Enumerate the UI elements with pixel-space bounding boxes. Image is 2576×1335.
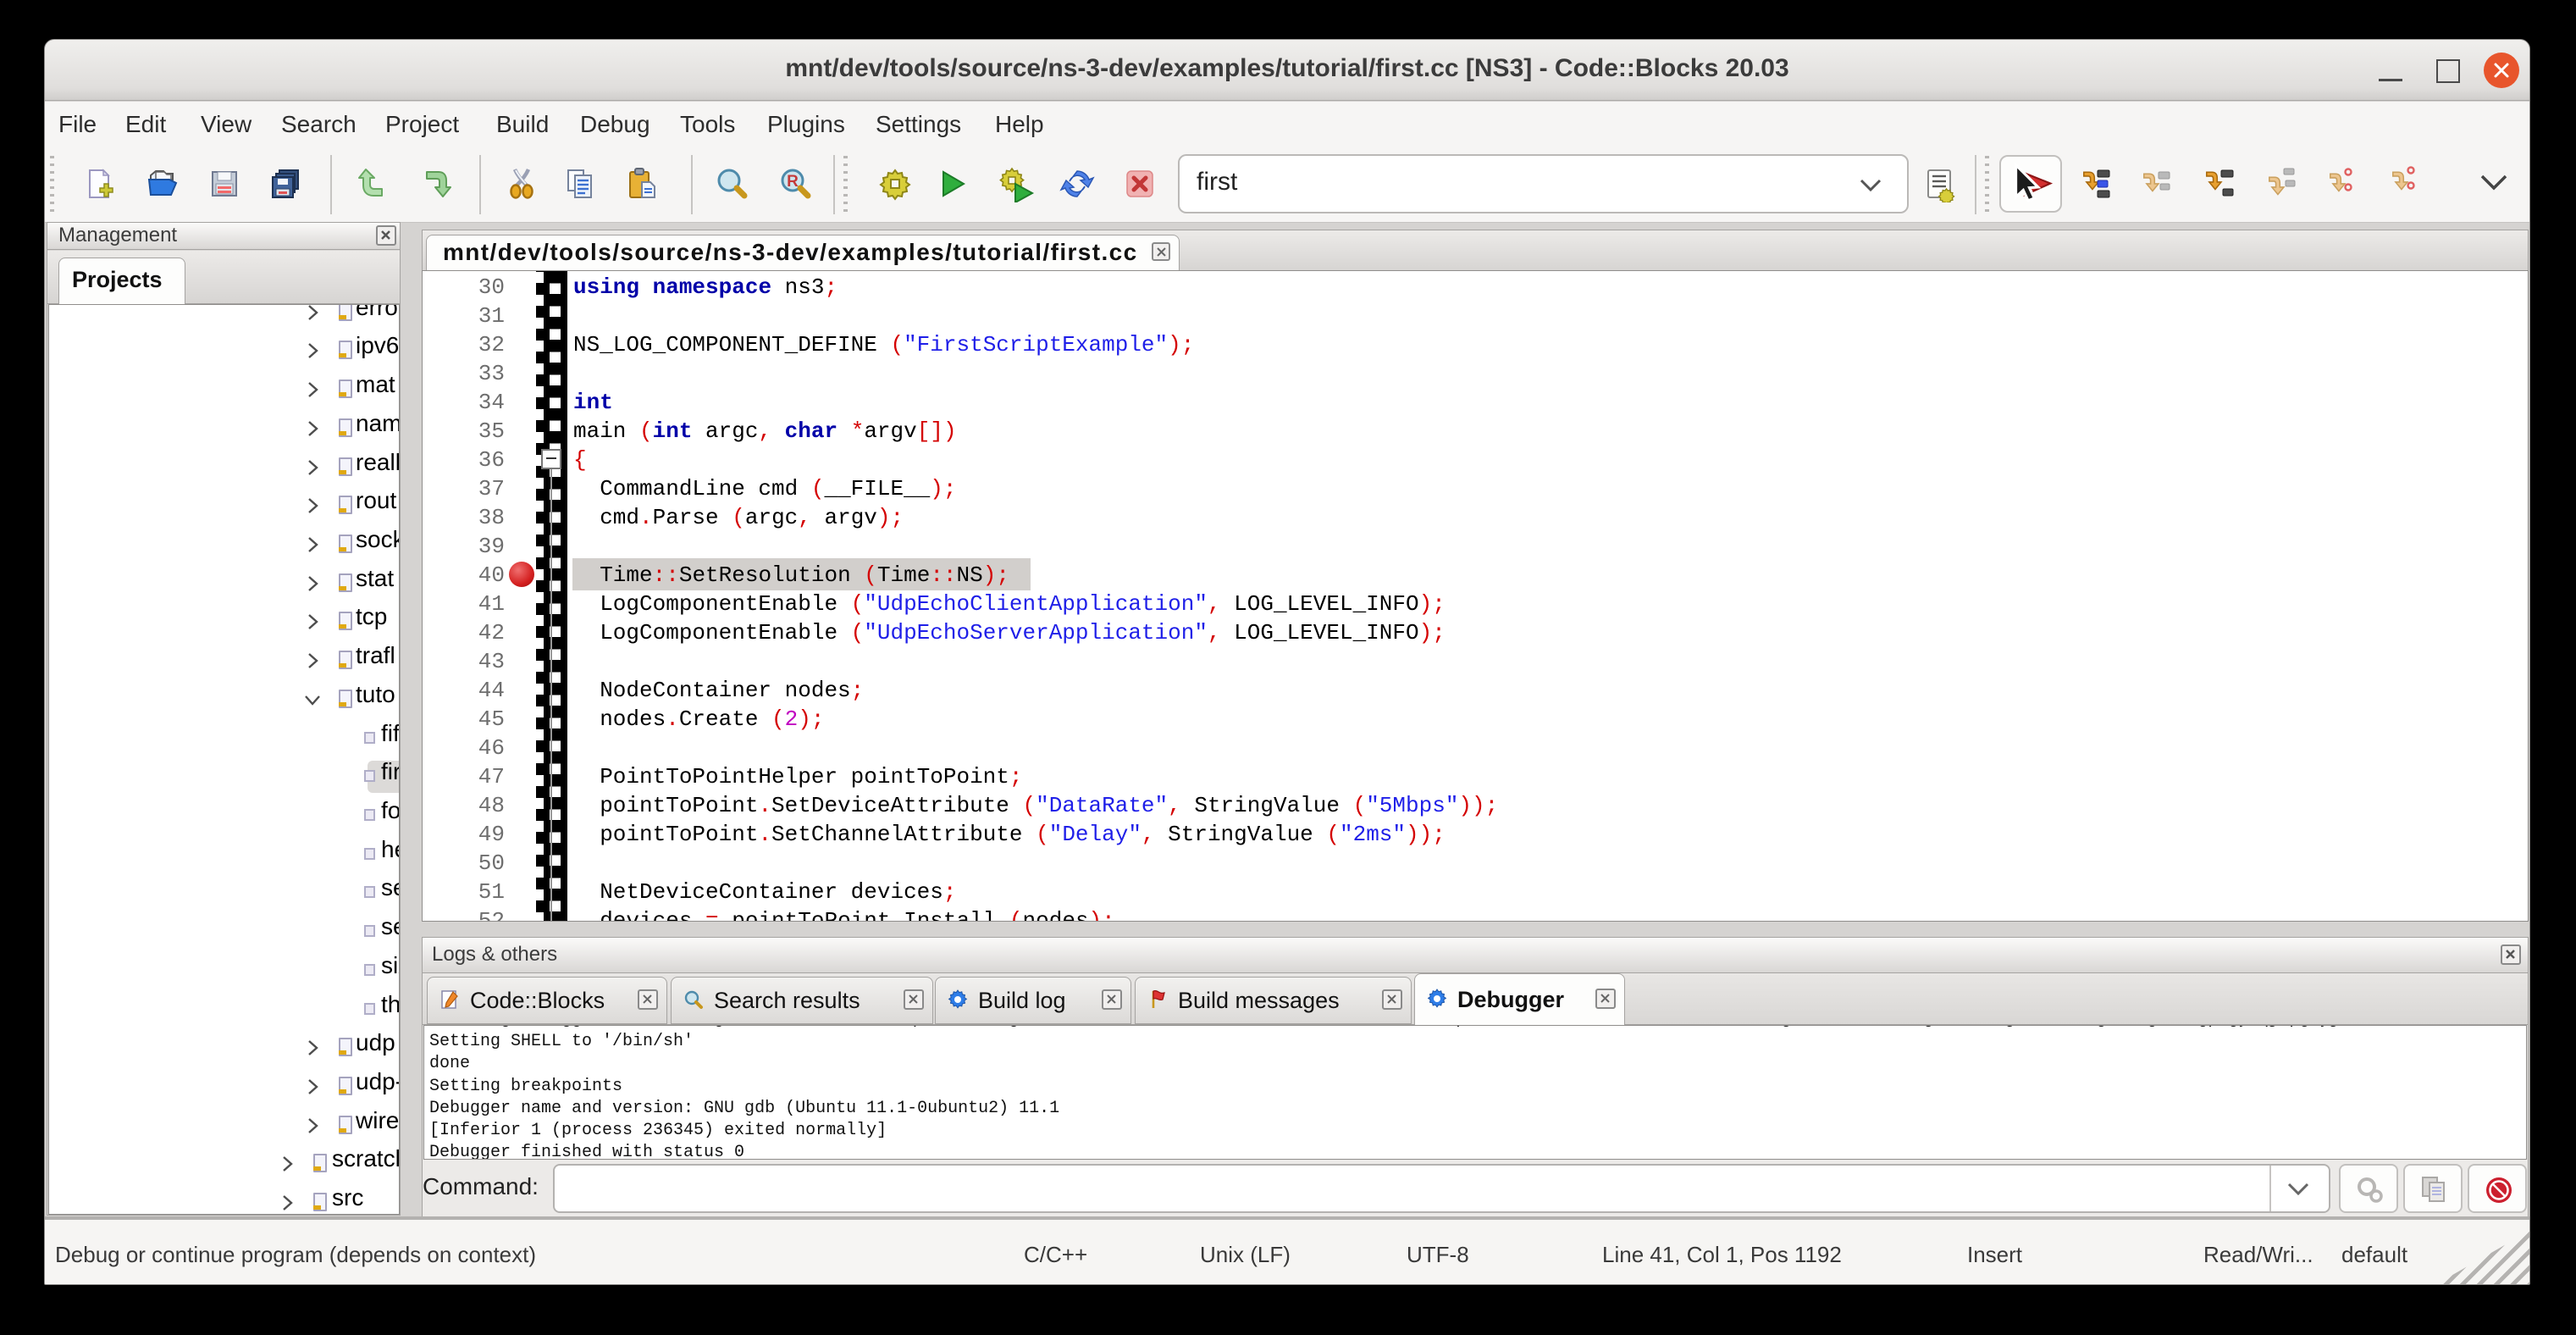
svg-text:R: R bbox=[787, 173, 799, 191]
